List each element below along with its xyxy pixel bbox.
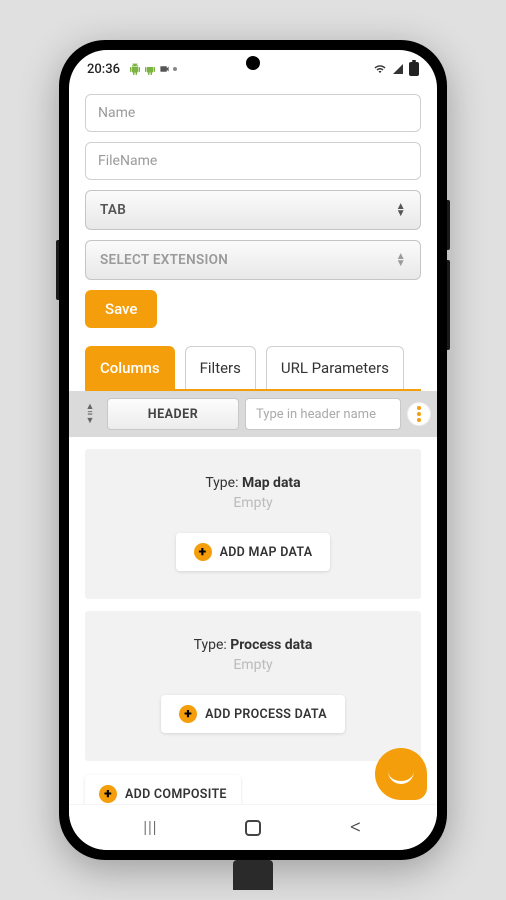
smile-icon <box>388 770 414 784</box>
camera-notch <box>246 56 260 70</box>
add-process-data-button[interactable]: + ADD PROCESS DATA <box>161 695 345 733</box>
add-composite-button[interactable]: + ADD COMPOSITE <box>85 775 241 804</box>
add-map-data-button[interactable]: + ADD MAP DATA <box>176 533 331 571</box>
phone-frame: 20:36 TAB ▲▼ <box>59 40 447 860</box>
add-composite-label: ADD COMPOSITE <box>125 787 227 802</box>
tab-columns[interactable]: Columns <box>85 346 175 389</box>
status-right <box>373 62 419 76</box>
column-header-row: ▲≡▼ HEADER <box>69 391 437 437</box>
drag-handle-icon[interactable]: ▲≡▼ <box>79 404 101 424</box>
process-data-section: Type: Process data Empty + ADD PROCESS D… <box>85 611 421 761</box>
camera-status-icon <box>159 63 170 75</box>
chat-help-button[interactable] <box>375 748 427 800</box>
tab-select-label: TAB <box>100 202 126 218</box>
add-process-label: ADD PROCESS DATA <box>205 707 327 722</box>
phone-screen: 20:36 TAB ▲▼ <box>69 50 437 850</box>
clock-time: 20:36 <box>87 62 120 77</box>
process-type-label: Type: Process data <box>97 637 409 653</box>
plus-icon: + <box>194 543 212 561</box>
status-left: 20:36 <box>87 62 177 77</box>
header-name-input[interactable] <box>245 398 401 430</box>
map-data-section: Type: Map data Empty + ADD MAP DATA <box>85 449 421 599</box>
android-icon <box>144 63 156 75</box>
tabs-row: Columns Filters URL Parameters <box>85 346 421 391</box>
more-options-button[interactable] <box>407 402 431 426</box>
side-button <box>447 260 450 350</box>
add-map-label: ADD MAP DATA <box>220 545 313 560</box>
wifi-icon <box>373 63 387 75</box>
filename-input[interactable] <box>85 142 421 180</box>
app-content: TAB ▲▼ SELECT EXTENSION ▲▼ Save Columns … <box>69 82 437 804</box>
plus-icon: + <box>99 785 117 803</box>
nav-back-button[interactable]: < <box>336 815 376 840</box>
tab-filters[interactable]: Filters <box>185 346 256 389</box>
name-input[interactable] <box>85 94 421 132</box>
android-debug-icon <box>129 63 141 75</box>
process-empty-label: Empty <box>97 657 409 673</box>
select-arrows-icon: ▲▼ <box>396 203 406 217</box>
plus-icon: + <box>179 705 197 723</box>
header-type-button[interactable]: HEADER <box>107 398 239 430</box>
save-button[interactable]: Save <box>85 290 157 328</box>
signal-icon <box>391 63 405 75</box>
side-button <box>447 200 450 250</box>
map-type-label: Type: Map data <box>97 475 409 491</box>
extension-select-label: SELECT EXTENSION <box>100 252 228 268</box>
nav-home-button[interactable] <box>233 820 273 836</box>
tab-url-parameters[interactable]: URL Parameters <box>266 346 404 389</box>
select-arrows-icon: ▲▼ <box>396 253 406 267</box>
status-dot-icon <box>173 67 177 71</box>
nav-recent-button[interactable]: ||| <box>130 818 170 838</box>
charging-cable <box>233 860 273 890</box>
battery-icon <box>409 62 419 76</box>
android-nav-bar: ||| < <box>69 804 437 850</box>
map-empty-label: Empty <box>97 495 409 511</box>
side-button <box>56 240 59 300</box>
extension-select[interactable]: SELECT EXTENSION ▲▼ <box>85 240 421 280</box>
tab-select[interactable]: TAB ▲▼ <box>85 190 421 230</box>
